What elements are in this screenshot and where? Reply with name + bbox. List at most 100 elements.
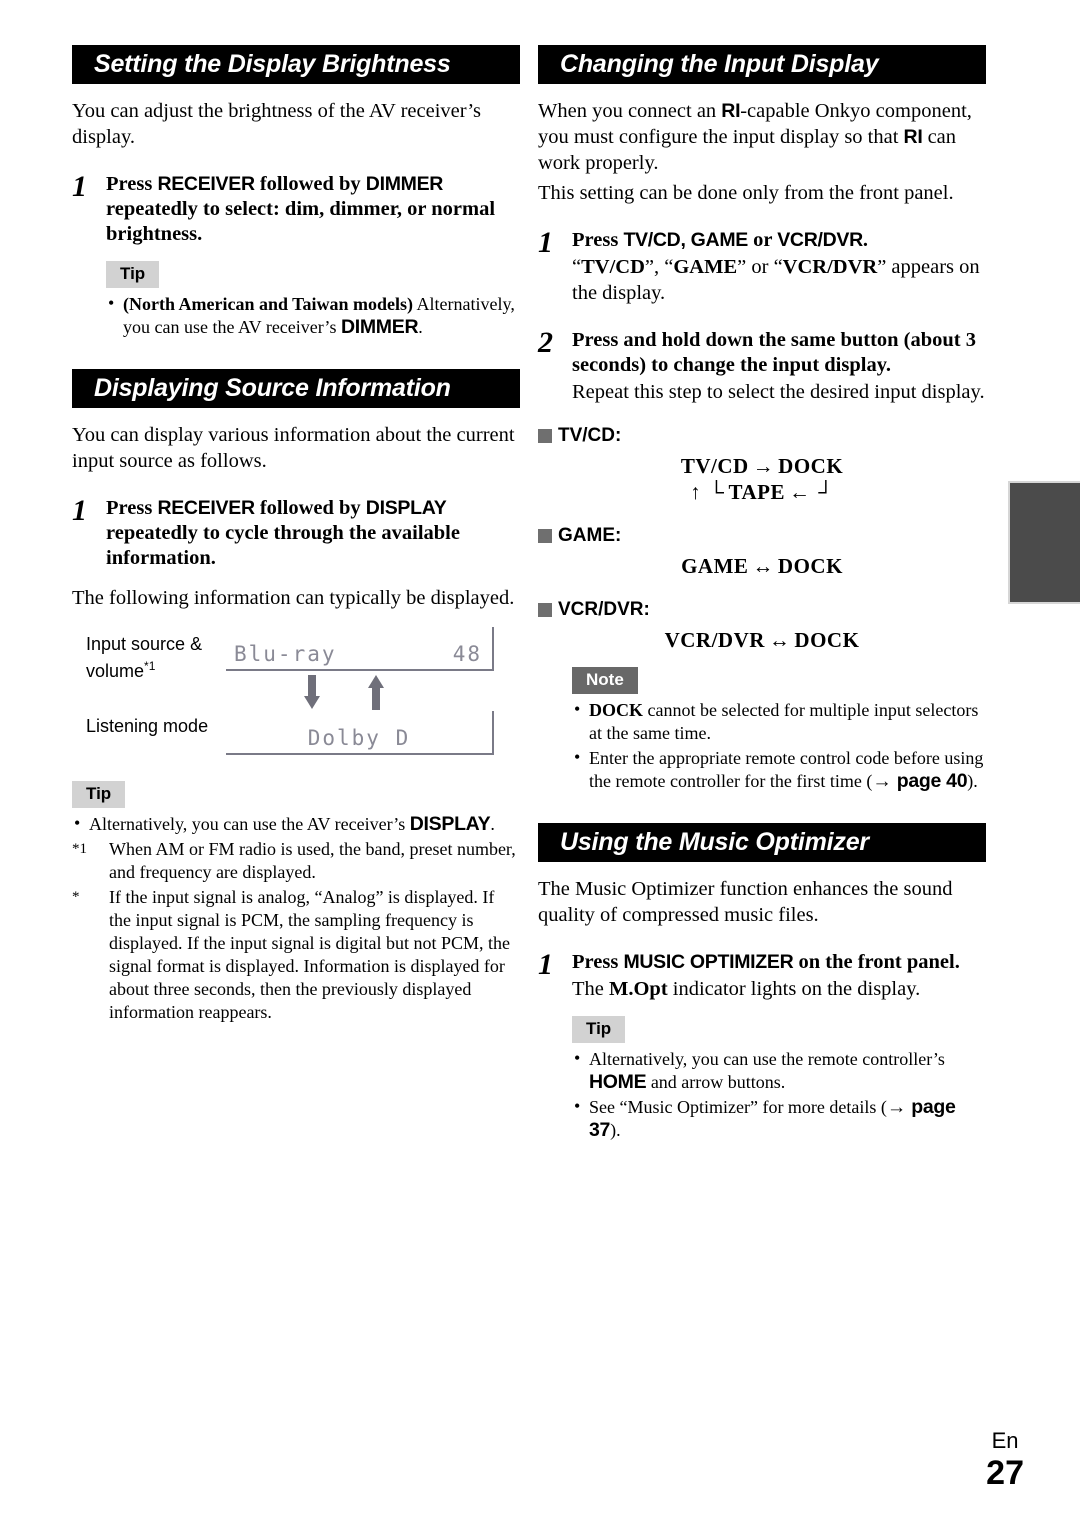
figure-label-listening-mode: Listening mode xyxy=(86,716,209,736)
thumb-index-tab xyxy=(1008,481,1080,604)
cycle-node: VCR/DVR xyxy=(664,628,765,652)
step-item: 1 Press TV/CD, GAME or VCR/DVR. “TV/CD”,… xyxy=(538,228,986,306)
tip-bullet-list: Alternatively, you can use the AV receiv… xyxy=(72,812,520,1024)
section-changing-input-display: Changing the Input Display When you conn… xyxy=(538,45,986,793)
cycle-node: DOCK xyxy=(777,554,843,578)
model-scope: (North American and Taiwan models) xyxy=(123,294,414,314)
footnote-text: If the input signal is analog, “Analog” … xyxy=(109,887,510,1022)
lcd-panel-listening-mode: Dolby D xyxy=(226,711,494,755)
up-arrow-icon: ↑ xyxy=(690,480,702,504)
tip-bullet-list: Alternatively, you can use the remote co… xyxy=(572,1047,986,1142)
cycle-node: DOCK xyxy=(794,628,860,652)
square-bullet-icon xyxy=(538,429,552,443)
cycle-label-text: TV/CD: xyxy=(558,425,622,446)
cycle-node: GAME xyxy=(681,554,749,578)
right-column: Changing the Input Display When you conn… xyxy=(538,45,986,1142)
key-tvcd-game: TV/CD, GAME xyxy=(623,229,748,251)
tip-badge: Tip xyxy=(72,781,126,808)
tip-bullet: (North American and Taiwan models) Alter… xyxy=(106,292,520,339)
section-heading: Displaying Source Information xyxy=(72,369,520,408)
key-dimmer: DIMMER xyxy=(365,173,444,195)
section-intro-text: You can display various information abou… xyxy=(72,424,515,472)
ri-logo-icon: RI xyxy=(721,100,741,122)
cycle-loop-row: ↑ └ TAPE ← ┘ xyxy=(538,479,986,505)
display-value-tvcd: TV/CD xyxy=(581,256,645,278)
section-intro-text: The Music Optimizer function enhances th… xyxy=(538,878,953,926)
step-body: Press TV/CD, GAME or VCR/DVR. “TV/CD”, “… xyxy=(572,228,986,306)
note-bullet: Enter the appropriate remote control cod… xyxy=(572,746,986,793)
step-body: Press MUSIC OPTIMIZER on the front panel… xyxy=(572,950,986,1002)
bidirectional-arrow-icon: ↔ xyxy=(752,554,774,578)
key-home: HOME xyxy=(589,1071,647,1093)
bidirectional-arrow-icon: ↔ xyxy=(768,628,791,652)
cycle-label-vcrdvr: VCR/DVR: xyxy=(538,599,986,621)
page-footer: En 27 xyxy=(986,1428,1024,1492)
step-number: 1 xyxy=(72,170,87,203)
tip-box: Tip Alternatively, you can use the remot… xyxy=(572,1016,986,1142)
down-arrow-icon xyxy=(304,675,320,711)
step-number: 1 xyxy=(538,226,553,259)
lcd-listening-value: Dolby D xyxy=(307,726,411,750)
section-heading: Setting the Display Brightness xyxy=(72,45,520,84)
square-bullet-icon xyxy=(538,529,552,543)
footnote-ref: *1 xyxy=(144,659,156,673)
figure-label-input-source: Input source & volume*1 xyxy=(86,634,203,681)
right-arrow-icon: → xyxy=(872,770,892,792)
step-title: Press and hold down the same button (abo… xyxy=(572,329,977,376)
up-arrow-icon xyxy=(368,675,384,711)
step-sub-text: “TV/CD”, “GAME” or “VCR/DVR” appears on … xyxy=(572,256,980,304)
section-heading: Using the Music Optimizer xyxy=(538,823,986,862)
tip-box: Tip (North American and Taiwan models) A… xyxy=(106,261,520,339)
cycle-node: TV/CD xyxy=(680,454,749,478)
ri-logo-icon: RI xyxy=(903,126,923,148)
square-bullet-icon xyxy=(538,603,552,617)
tip-badge: Tip xyxy=(106,261,160,288)
indicator-mopt: M.Opt xyxy=(609,978,668,1000)
page-reference-link[interactable]: page 40 xyxy=(892,770,968,792)
cycle-label-text: GAME: xyxy=(558,525,622,546)
left-column: Setting the Display Brightness You can a… xyxy=(72,45,520,1024)
key-receiver: RECEIVER xyxy=(157,173,255,195)
step-body: Press and hold down the same button (abo… xyxy=(572,328,986,405)
display-value-vcrdvr: VCR/DVR xyxy=(782,256,878,278)
lcd-panel-input-source: Blu-ray 48 xyxy=(226,627,494,671)
section-intro-text: You can adjust the brightness of the AV … xyxy=(72,100,481,148)
step-title: Press RECEIVER followed by DISPLAY repea… xyxy=(106,497,460,569)
step-body: Press RECEIVER followed by DISPLAY repea… xyxy=(106,496,520,571)
note-bullet: DOCK cannot be selected for multiple inp… xyxy=(572,698,986,745)
key-vcrdvr: VCR/DVR xyxy=(777,229,863,251)
tip-bullet-list: (North American and Taiwan models) Alter… xyxy=(106,292,520,339)
lcd-source-value: Blu-ray xyxy=(234,642,337,666)
tip-bullet: Alternatively, you can use the AV receiv… xyxy=(72,812,520,836)
note-bullet-list: DOCK cannot be selected for multiple inp… xyxy=(572,698,986,793)
cycle-node: TAPE xyxy=(728,480,785,504)
right-arrow-icon: → xyxy=(752,454,775,478)
footnote-marker: * xyxy=(72,889,80,905)
step-number: 1 xyxy=(72,494,87,527)
tip-bullet: Alternatively, you can use the remote co… xyxy=(572,1047,986,1094)
step-title: Press RECEIVER followed by DIMMER repeat… xyxy=(106,173,496,245)
display-example-figure: Input source & volume*1 Listening mode Bl… xyxy=(86,627,520,767)
corner-left-icon: └ xyxy=(709,480,725,504)
left-arrow-icon: ← xyxy=(788,480,811,504)
cycle-label-tvcd: TV/CD: xyxy=(538,425,986,447)
note-box: Note DOCK cannot be selected for multipl… xyxy=(572,667,986,793)
footnote-item: * If the input signal is analog, “Analog”… xyxy=(72,886,520,1024)
footnote-text: When AM or FM radio is used, the band, p… xyxy=(109,839,516,882)
tip-badge: Tip xyxy=(572,1016,626,1043)
cycle-node: DOCK xyxy=(778,454,844,478)
tip-bullet: See “Music Optimizer” for more details (… xyxy=(572,1095,986,1142)
step-sub-text: The M.Opt indicator lights on the displa… xyxy=(572,978,921,1000)
cycle-label-game: GAME: xyxy=(538,525,986,547)
step-item: 1 Press RECEIVER followed by DISPLAY rep… xyxy=(72,496,520,571)
key-music-optimizer: MUSIC OPTIMIZER xyxy=(623,951,794,973)
key-dimmer: DIMMER xyxy=(340,316,419,338)
step-number: 1 xyxy=(538,948,553,981)
language-label: En xyxy=(991,1428,1019,1453)
section-intro-text: When you connect an RI-capable Onkyo com… xyxy=(538,100,972,174)
page-number: 27 xyxy=(986,1454,1024,1492)
step-item: 1 Press MUSIC OPTIMIZER on the front pan… xyxy=(538,950,986,1002)
key-dock: DOCK xyxy=(589,700,643,720)
section-using-music-optimizer: Using the Music Optimizer The Music Opti… xyxy=(538,823,986,1142)
key-display: DISPLAY xyxy=(409,813,491,835)
